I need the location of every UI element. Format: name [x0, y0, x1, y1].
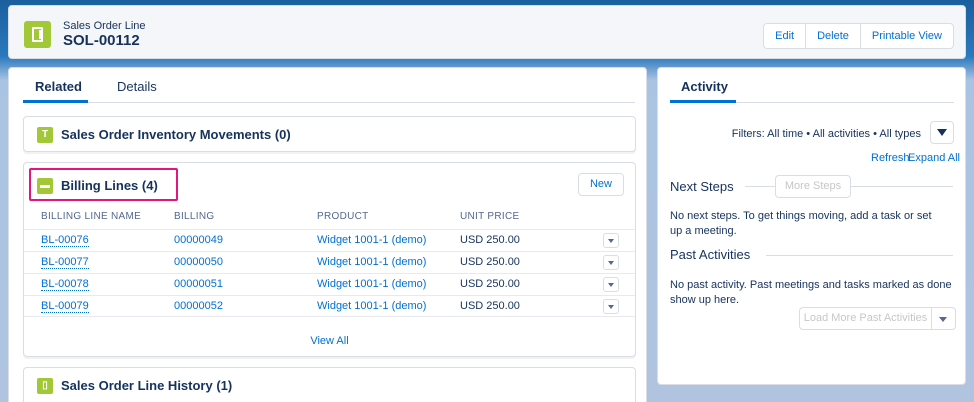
next-steps-title: Next Steps [670, 179, 734, 194]
tab-details[interactable]: Details [117, 79, 157, 94]
billing-link[interactable]: 00000051 [174, 278, 223, 290]
more-steps-button[interactable]: More Steps [775, 175, 851, 198]
column-header-unit-price[interactable]: UNIT PRICE [460, 211, 520, 222]
row-actions-dropdown-icon[interactable] [603, 233, 619, 248]
divider [745, 186, 775, 187]
record-tabs: Related Details [23, 68, 635, 103]
table-row: BL-00078 00000051 Widget 1001-1 (demo) U… [24, 273, 635, 295]
divider [851, 186, 953, 187]
billing-line-name-link[interactable]: BL-00078 [41, 278, 89, 291]
view-all-link[interactable]: View All [24, 335, 635, 347]
unit-price: USD 250.00 [460, 278, 520, 290]
past-activities-empty-text: No past activity. Past meetings and task… [670, 279, 952, 306]
column-header-billing[interactable]: BILLING [174, 211, 214, 222]
divider [766, 255, 953, 256]
filter-icon[interactable] [930, 121, 954, 144]
product-link[interactable]: Widget 1001-1 (demo) [317, 278, 426, 290]
billing-link[interactable]: 00000052 [174, 300, 223, 312]
new-billing-line-button[interactable]: New [578, 173, 624, 196]
record-name: SOL-00112 [63, 32, 140, 49]
edit-button[interactable]: Edit [764, 24, 807, 48]
history-card: ▯ Sales Order Line History (1) [23, 367, 636, 402]
billing-line-name-link[interactable]: BL-00076 [41, 234, 89, 247]
billing-lines-title[interactable]: Billing Lines (4) [61, 178, 158, 193]
tab-activity[interactable]: Activity [681, 79, 728, 94]
load-more-past-activities-button[interactable]: Load More Past Activities [799, 307, 932, 330]
refresh-link[interactable]: Refresh [871, 152, 910, 164]
row-actions-dropdown-icon[interactable] [603, 277, 619, 292]
past-activities-title: Past Activities [670, 247, 751, 262]
row-actions-dropdown-icon[interactable] [603, 255, 619, 270]
inventory-movements-title[interactable]: Sales Order Inventory Movements (0) [61, 127, 291, 142]
inventory-movements-card: T Sales Order Inventory Movements (0) [23, 116, 636, 152]
product-link[interactable]: Widget 1001-1 (demo) [317, 256, 426, 268]
record-header: Sales Order Line SOL-00112 Edit Delete P… [8, 5, 966, 59]
billing-line-name-link[interactable]: BL-00077 [41, 256, 89, 269]
activity-tabs: Activity [670, 68, 954, 103]
expand-all-link[interactable]: Expand All [908, 152, 960, 164]
table-row: BL-00077 00000050 Widget 1001-1 (demo) U… [24, 251, 635, 273]
unit-price: USD 250.00 [460, 234, 520, 246]
active-tab-indicator [670, 100, 736, 103]
printable-view-button[interactable]: Printable View [861, 24, 953, 48]
column-header-name[interactable]: BILLING LINE NAME [41, 211, 141, 222]
table-row: BL-00079 00000052 Widget 1001-1 (demo) U… [24, 295, 635, 317]
billing-lines-icon: ▬ [37, 178, 53, 194]
inventory-icon: T [37, 127, 53, 143]
history-icon: ▯ [37, 378, 53, 394]
billing-lines-card: ▬ Billing Lines (4) New BILLING LINE NAM… [23, 162, 636, 357]
main-panel: Related Details T Sales Order Inventory … [8, 67, 647, 402]
unit-price: USD 250.00 [460, 256, 520, 268]
next-steps-empty-text: No next steps. To get things moving, add… [670, 210, 932, 237]
sales-order-line-icon [24, 21, 51, 48]
billing-line-name-link[interactable]: BL-00079 [41, 300, 89, 313]
product-link[interactable]: Widget 1001-1 (demo) [317, 234, 426, 246]
activity-filters-text: Filters: All time • All activities • All… [731, 128, 921, 140]
history-title[interactable]: Sales Order Line History (1) [61, 378, 232, 393]
billing-link[interactable]: 00000050 [174, 256, 223, 268]
active-tab-indicator [23, 100, 88, 103]
tab-related[interactable]: Related [35, 79, 82, 94]
object-type-label: Sales Order Line [63, 20, 146, 32]
table-row: BL-00076 00000049 Widget 1001-1 (demo) U… [24, 229, 635, 251]
unit-price: USD 250.00 [460, 300, 520, 312]
header-actions: Edit Delete Printable View [763, 23, 954, 49]
delete-button[interactable]: Delete [806, 24, 861, 48]
chevron-down-icon[interactable] [931, 307, 956, 330]
row-actions-dropdown-icon[interactable] [603, 299, 619, 314]
column-header-product[interactable]: PRODUCT [317, 211, 369, 222]
billing-link[interactable]: 00000049 [174, 234, 223, 246]
activity-panel: Activity Filters: All time • All activit… [657, 67, 966, 385]
product-link[interactable]: Widget 1001-1 (demo) [317, 300, 426, 312]
